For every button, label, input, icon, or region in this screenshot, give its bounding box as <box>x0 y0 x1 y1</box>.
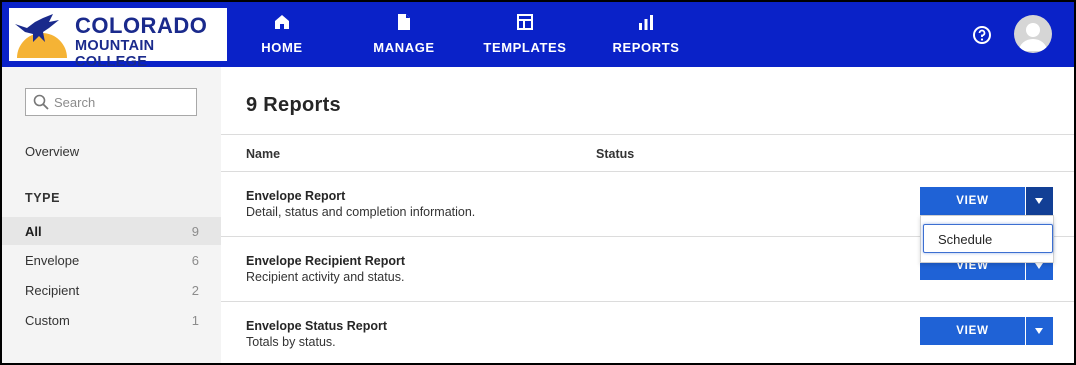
column-header-status[interactable]: Status <box>596 147 634 161</box>
nav-home-label: HOME <box>261 40 303 55</box>
report-name[interactable]: Envelope Status Report <box>246 319 387 333</box>
column-header-name[interactable]: Name <box>246 147 280 161</box>
type-count: 9 <box>191 224 199 239</box>
sidebar-item-all[interactable]: All 9 <box>2 217 221 245</box>
sidebar-item-overview[interactable]: Overview <box>25 144 79 159</box>
menu-item-schedule[interactable]: Schedule <box>923 224 1053 253</box>
type-count: 2 <box>191 283 199 298</box>
page-title: 9 Reports <box>246 94 341 116</box>
sidebar: Overview TYPE All 9 Envelope 6 Recipient… <box>2 67 221 363</box>
view-button[interactable]: VIEW <box>920 187 1025 215</box>
eagle-sun-logo-icon <box>15 14 67 58</box>
sidebar-item-recipient[interactable]: Recipient 2 <box>2 276 221 304</box>
type-section-heading: TYPE <box>25 191 61 205</box>
logo-title: COLORADO <box>75 13 208 38</box>
view-button-group: VIEW <box>920 187 1053 215</box>
app-frame: COLORADO MOUNTAIN COLLEGE HOME MANAGE TE… <box>0 0 1076 365</box>
nav-manage[interactable]: MANAGE <box>364 2 444 67</box>
type-label: Recipient <box>25 283 80 298</box>
type-label: All <box>25 224 42 239</box>
report-name[interactable]: Envelope Recipient Report <box>246 254 405 268</box>
type-count: 1 <box>191 313 199 328</box>
bar-chart-icon <box>639 15 653 30</box>
document-icon <box>398 14 410 30</box>
top-nav-bar: COLORADO MOUNTAIN COLLEGE HOME MANAGE TE… <box>2 2 1074 70</box>
nav-templates[interactable]: TEMPLATES <box>474 2 576 67</box>
report-description: Detail, status and completion informatio… <box>246 205 476 219</box>
nav-templates-label: TEMPLATES <box>483 40 567 55</box>
sidebar-item-envelope[interactable]: Envelope 6 <box>2 246 221 274</box>
home-icon <box>275 15 289 29</box>
type-label: Custom <box>25 313 70 328</box>
divider <box>221 134 1074 135</box>
logo-subtitle: MOUNTAIN COLLEGE <box>75 38 155 70</box>
template-icon <box>517 14 533 30</box>
table-row: Envelope Status Report Totals by status.… <box>221 301 1074 363</box>
type-label: Envelope <box>25 253 80 268</box>
nav-home[interactable]: HOME <box>250 2 314 67</box>
chevron-down-icon[interactable] <box>1026 317 1053 345</box>
search-input[interactable] <box>54 92 192 112</box>
sidebar-item-custom[interactable]: Custom 1 <box>2 306 221 334</box>
report-description: Recipient activity and status. <box>246 270 405 284</box>
college-logo[interactable]: COLORADO MOUNTAIN COLLEGE <box>9 8 227 70</box>
view-button-group: VIEW <box>920 317 1053 345</box>
person-icon <box>1019 23 1047 51</box>
report-name[interactable]: Envelope Report <box>246 189 345 203</box>
user-avatar-icon[interactable] <box>1014 15 1052 53</box>
view-options-dropdown: Schedule <box>920 215 1054 263</box>
search-icon <box>33 94 49 110</box>
nav-reports[interactable]: REPORTS <box>602 2 690 67</box>
view-button[interactable]: VIEW <box>920 317 1025 345</box>
chevron-down-icon[interactable] <box>1026 187 1053 215</box>
type-count: 6 <box>191 253 199 268</box>
nav-manage-label: MANAGE <box>373 40 435 55</box>
nav-reports-label: REPORTS <box>612 40 680 55</box>
report-description: Totals by status. <box>246 335 336 349</box>
help-icon[interactable] <box>972 25 992 45</box>
search-box[interactable] <box>25 88 197 116</box>
